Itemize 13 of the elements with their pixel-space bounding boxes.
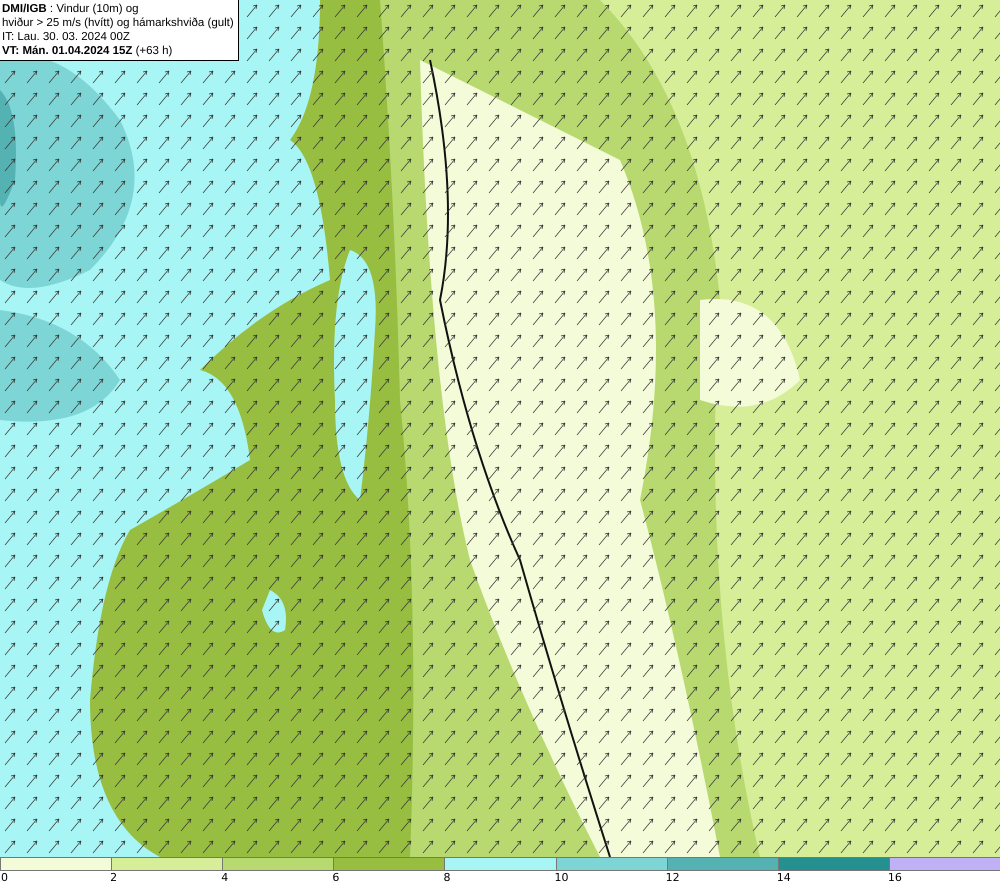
- legend-label: 10: [554, 871, 569, 884]
- legend-label: 2: [110, 871, 118, 884]
- legend-label: 8: [443, 871, 450, 884]
- legend-label: 4: [221, 871, 228, 884]
- map-title-line: IT: Lau. 30. 03. 2024 00Z: [2, 30, 131, 44]
- legend-label: 16: [888, 871, 902, 884]
- legend-label: 12: [666, 871, 680, 884]
- map-title-line: DMI/IGB : Vindur (10m) og: [2, 2, 140, 16]
- legend-label: 6: [332, 871, 340, 884]
- map-title-line: VT: Mán. 01.04.2024 15Z (+63 h): [2, 44, 174, 58]
- legend-label: 0: [1, 871, 8, 884]
- map-title-line: hviður > 25 m/s (hvítt) og hámarkshviða (gult): [2, 16, 234, 30]
- legend-label: 14: [776, 871, 791, 884]
